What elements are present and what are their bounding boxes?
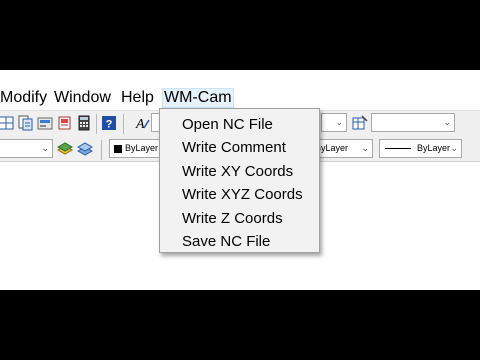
menu-help[interactable]: Help bbox=[119, 88, 156, 108]
color-combo[interactable]: ByLayer bbox=[109, 139, 161, 158]
menu-wm-cam[interactable]: WM-Cam bbox=[162, 88, 234, 108]
sheet-set-icon[interactable] bbox=[57, 115, 73, 131]
svg-text:?: ? bbox=[106, 119, 113, 131]
menu-item-write-xyz-coords[interactable]: Write XYZ Coords bbox=[182, 186, 303, 204]
toolbar-separator bbox=[123, 114, 124, 134]
text-style-icon[interactable]: A bbox=[134, 115, 150, 132]
table-style-icon[interactable] bbox=[352, 115, 368, 131]
chevron-down-icon: ⌄ bbox=[335, 117, 343, 127]
toolbar-separator bbox=[101, 140, 102, 160]
design-center-icon[interactable] bbox=[0, 115, 14, 131]
menu-window[interactable]: Window bbox=[52, 88, 113, 108]
table-style-combo[interactable]: ⌄ bbox=[371, 113, 455, 132]
chevron-down-icon: ⌄ bbox=[361, 143, 369, 153]
dimension-style-combo[interactable]: ⌄ bbox=[321, 113, 347, 132]
svg-text:A: A bbox=[135, 117, 145, 131]
layer-combo[interactable]: ⌄ bbox=[0, 139, 53, 158]
menu-modify[interactable]: Modify bbox=[0, 88, 49, 108]
properties-icon[interactable] bbox=[37, 115, 53, 131]
help-icon[interactable]: ? bbox=[101, 115, 117, 131]
menu-bar: Modify Window Help WM-Cam bbox=[0, 86, 480, 110]
chevron-down-icon: ⌄ bbox=[443, 117, 451, 127]
lineweight-sample bbox=[385, 148, 411, 149]
chevron-down-icon: ⌄ bbox=[450, 143, 458, 153]
chevron-down-icon: ⌄ bbox=[41, 143, 49, 153]
menu-item-write-comment[interactable]: Write Comment bbox=[182, 139, 286, 157]
lineweight-combo[interactable]: ByLayer ⌄ bbox=[379, 139, 462, 158]
menu-item-write-xy-coords[interactable]: Write XY Coords bbox=[182, 163, 293, 181]
layer-previous-icon[interactable] bbox=[76, 141, 94, 157]
calculator-icon[interactable] bbox=[76, 115, 92, 131]
color-combo-value: ByLayer bbox=[125, 143, 159, 153]
menu-item-open-nc-file[interactable]: Open NC File bbox=[182, 116, 273, 134]
wm-cam-dropdown-menu: Open NC File Write Comment Write XY Coor… bbox=[159, 108, 320, 253]
menu-item-save-nc-file[interactable]: Save NC File bbox=[182, 233, 270, 251]
menu-item-write-z-coords[interactable]: Write Z Coords bbox=[182, 210, 283, 228]
lineweight-combo-value: ByLayer bbox=[417, 143, 451, 153]
tool-palettes-icon[interactable] bbox=[17, 115, 33, 131]
color-swatch bbox=[114, 145, 122, 153]
toolbar-separator bbox=[96, 114, 97, 134]
layer-states-icon[interactable] bbox=[56, 141, 74, 157]
application-window: Modify Window Help WM-Cam ? A ⌄ ⌄ ⌄ ByLa… bbox=[0, 70, 480, 290]
